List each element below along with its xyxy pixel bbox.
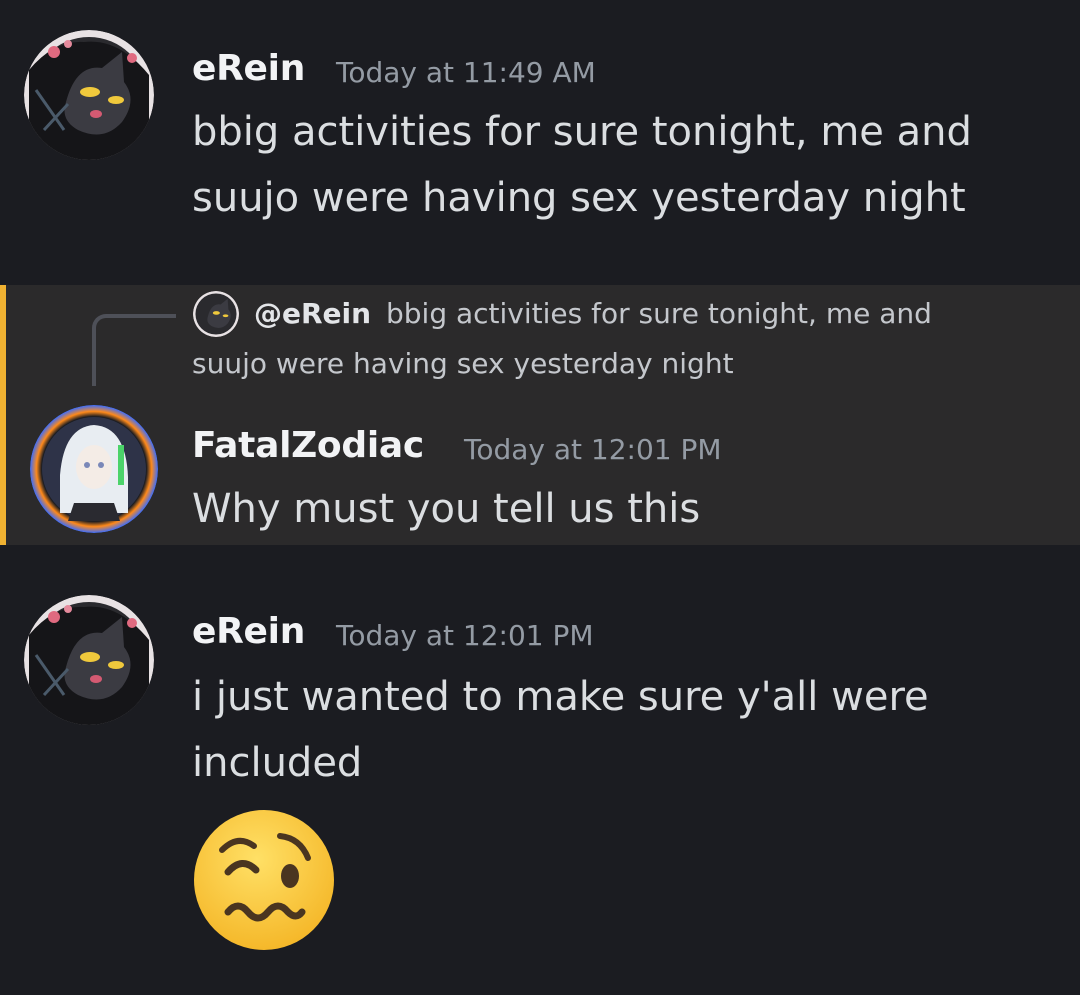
timestamp: Today at 12:01 PM xyxy=(336,619,594,652)
black-cat-avatar-icon xyxy=(24,595,154,725)
chat-view: eRein Today at 11:49 AM bbig activities … xyxy=(0,0,1080,995)
timestamp: Today at 12:01 PM xyxy=(464,433,722,466)
mention-highlight-bar xyxy=(0,285,6,545)
username[interactable]: eRein xyxy=(192,611,305,652)
reply-preview-text[interactable]: bbig activities for sure tonight, me and xyxy=(386,297,932,330)
black-cat-avatar-icon xyxy=(193,291,239,337)
message[interactable]: eRein Today at 11:49 AM bbig activities … xyxy=(0,0,1080,285)
message-line: i just wanted to make sure y'all were xyxy=(192,674,929,720)
username[interactable]: FatalZodiac xyxy=(192,425,424,466)
reply-preview-text[interactable]: suujo were having sex yesterday night xyxy=(192,347,734,380)
message-line: suujo were having sex yesterday night xyxy=(192,175,966,221)
message[interactable]: eRein Today at 12:01 PM i just wanted to… xyxy=(0,545,1080,995)
reply-avatar[interactable] xyxy=(193,291,239,337)
woozy-face-emoji[interactable] xyxy=(192,808,336,952)
timestamp: Today at 11:49 AM xyxy=(336,56,596,89)
avatar[interactable] xyxy=(30,405,158,533)
message-highlighted[interactable]: @eRein bbig activities for sure tonight,… xyxy=(0,285,1080,545)
black-cat-avatar-icon xyxy=(24,30,154,160)
message-line: bbig activities for sure tonight, me and xyxy=(192,109,972,155)
anime-character-avatar-icon xyxy=(30,405,158,533)
message-line: included xyxy=(192,740,363,786)
username[interactable]: eRein xyxy=(192,48,305,89)
reply-mention[interactable]: @eRein xyxy=(254,297,371,330)
avatar[interactable] xyxy=(24,595,154,725)
message-line: Why must you tell us this xyxy=(192,486,701,532)
reply-connector-line xyxy=(92,314,176,386)
avatar[interactable] xyxy=(24,30,154,160)
